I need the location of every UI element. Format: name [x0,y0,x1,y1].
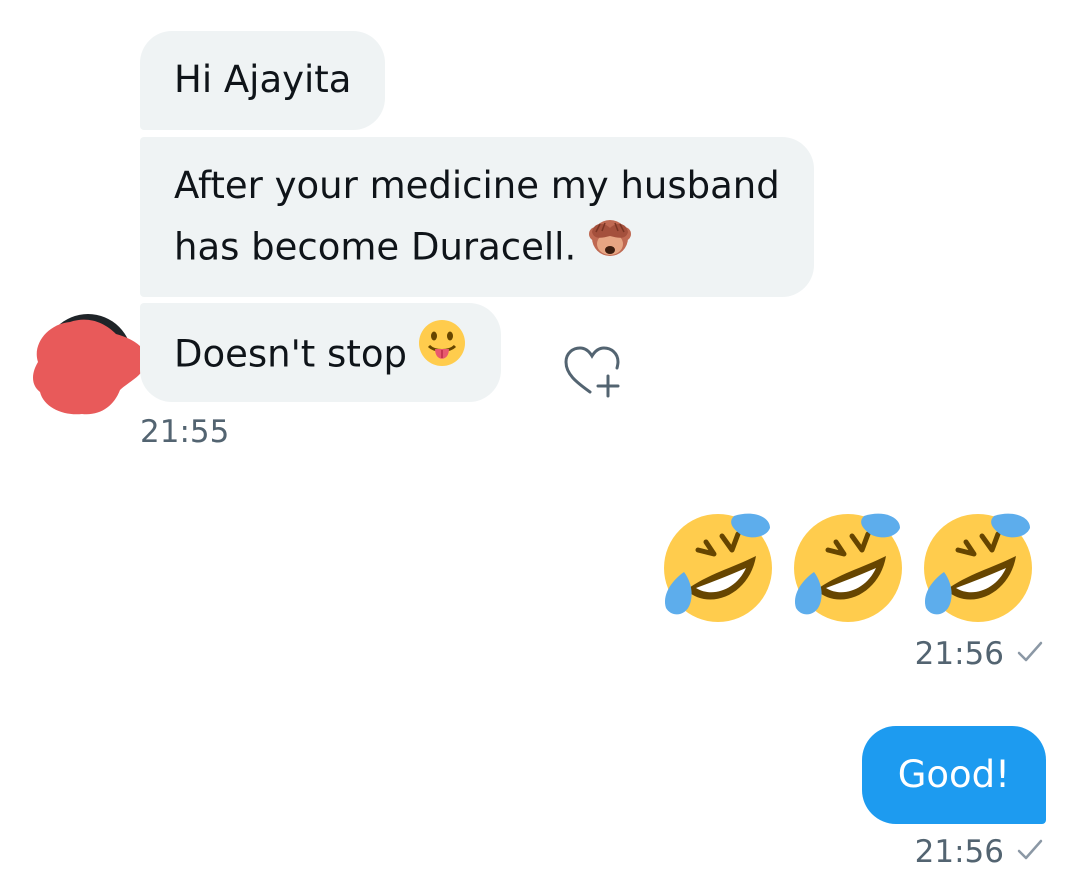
timestamp-text: 21:56 [914,834,1004,870]
heart-plus-icon[interactable] [562,342,624,398]
message-text-line: After your medicine my husband [174,164,780,207]
face-with-tongue-icon [417,318,467,386]
checkmark-icon [1016,636,1044,672]
sender-avatar[interactable] [30,310,150,420]
incoming-message-bubble[interactable]: Doesn't stop [140,303,501,402]
message-timestamp: 21:56 [915,834,1044,872]
incoming-message-bubble[interactable]: Hi Ajayita [140,31,386,130]
see-no-evil-monkey-icon [586,212,634,278]
message-text: Good! [897,753,1010,796]
checkmark-icon [1016,834,1044,870]
message-timestamp: 21:56 [915,636,1044,674]
rolling-on-floor-laughing-icon [786,506,906,626]
incoming-message-bubble[interactable]: After your medicine my husband has becom… [140,137,814,297]
message-timestamp: 21:55 [140,414,230,450]
message-text-line: has become Duracell. [174,225,577,269]
outgoing-message-bubble[interactable]: Good! [861,726,1046,824]
message-text: Doesn't stop [174,332,407,376]
timestamp-text: 21:56 [914,636,1004,672]
message-text: Hi Ajayita [174,58,352,101]
rolling-on-floor-laughing-icon [656,506,776,626]
rolling-on-floor-laughing-icon [916,506,1036,626]
outgoing-emoji-message[interactable] [656,506,1036,626]
